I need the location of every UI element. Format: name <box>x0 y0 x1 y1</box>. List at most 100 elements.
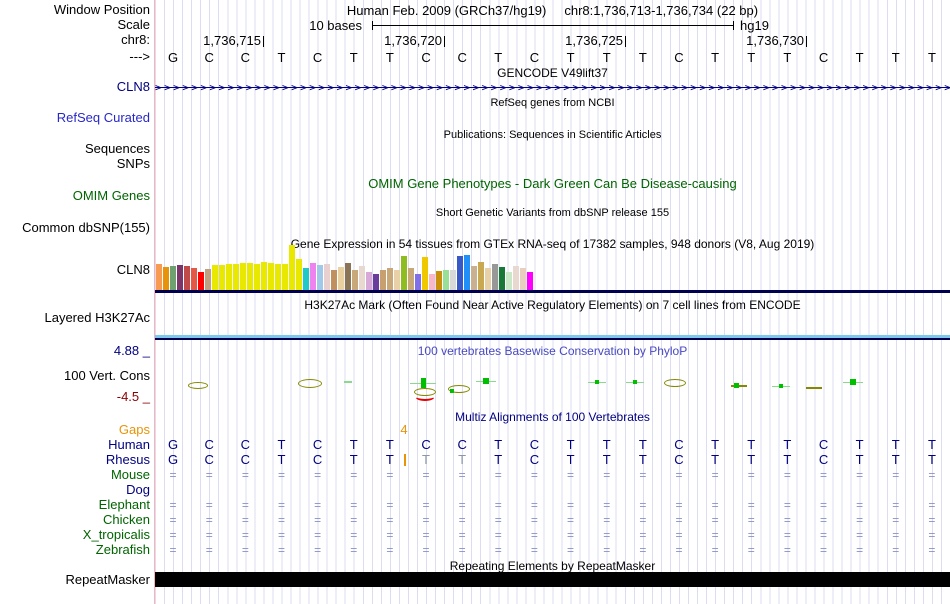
gtex-bar[interactable] <box>176 265 183 290</box>
alignment-eq: = <box>494 513 502 527</box>
track-label-gtex-cln8[interactable]: CLN8 <box>0 263 150 277</box>
dbsnp-track-title[interactable]: Short Genetic Variants from dbSNP releas… <box>155 207 950 219</box>
gtex-bar[interactable] <box>400 256 407 290</box>
gtex-bar[interactable] <box>239 263 246 290</box>
gtex-bar[interactable] <box>295 259 302 290</box>
sequence-base: C <box>529 50 540 65</box>
gtex-bar[interactable] <box>281 264 288 290</box>
alignment-base: T <box>638 452 647 467</box>
gtex-bar[interactable] <box>358 266 365 290</box>
gtex-bar[interactable] <box>309 263 316 290</box>
track-label-sequences[interactable]: Sequences <box>0 142 150 156</box>
track-label-multiz-zebrafish[interactable]: Zebrafish <box>0 543 150 557</box>
gtex-bar[interactable] <box>372 274 379 290</box>
track-label-multiz-x_tropicalis[interactable]: X_tropicalis <box>0 528 150 542</box>
repeatmasker-track-title[interactable]: Repeating Elements by RepeatMasker <box>155 559 950 573</box>
gene-direction-arrows[interactable]: >>>>>>>>>>>>>>>>>>>>>>>>>>>>>>>>>>>>>>>>… <box>155 81 950 94</box>
gtex-bar[interactable] <box>393 270 400 290</box>
gtex-bar[interactable] <box>442 270 449 290</box>
gtex-bar[interactable] <box>435 271 442 290</box>
gtex-bar[interactable] <box>456 256 463 290</box>
gtex-bar[interactable] <box>162 267 169 290</box>
gtex-bar[interactable] <box>323 264 330 290</box>
gtex-bar[interactable] <box>225 264 232 290</box>
gtex-bar[interactable] <box>204 269 211 290</box>
alignment-base: T <box>891 437 900 452</box>
gtex-bar[interactable] <box>330 270 337 290</box>
gtex-bar[interactable] <box>449 270 456 290</box>
phylop-glyph <box>344 381 352 383</box>
gtex-bar[interactable] <box>463 255 470 290</box>
gtex-bar[interactable] <box>218 265 225 290</box>
alignment-eq: = <box>314 513 322 527</box>
track-label-multiz-dog[interactable]: Dog <box>0 483 150 497</box>
alignment-eq: = <box>169 528 177 542</box>
omim-track-title[interactable]: OMIM Gene Phenotypes - Dark Green Can Be… <box>155 176 950 191</box>
track-label-multiz-human[interactable]: Human <box>0 438 150 452</box>
track-label-multiz-elephant[interactable]: Elephant <box>0 498 150 512</box>
gtex-bar[interactable] <box>267 263 274 290</box>
alignment-base: T <box>927 437 936 452</box>
gtex-bar[interactable] <box>470 266 477 290</box>
gtex-bar[interactable] <box>183 266 190 290</box>
gtex-bar[interactable] <box>484 268 491 290</box>
gtex-track-title[interactable]: Gene Expression in 54 tissues from GTEx … <box>155 237 950 251</box>
track-label-multiz-chicken[interactable]: Chicken <box>0 513 150 527</box>
gtex-bar[interactable] <box>155 264 162 290</box>
gtex-bar[interactable] <box>379 270 386 290</box>
gtex-bar[interactable] <box>519 268 526 290</box>
publications-track-title[interactable]: Publications: Sequences in Scientific Ar… <box>155 129 950 141</box>
gtex-bar[interactable] <box>337 267 344 290</box>
alignment-base: T <box>602 452 611 467</box>
gtex-bar[interactable] <box>351 270 358 290</box>
gtex-bar[interactable] <box>386 268 393 290</box>
gtex-bar[interactable] <box>288 245 295 290</box>
gtex-bar[interactable] <box>505 272 512 290</box>
gtex-bar[interactable] <box>211 265 218 290</box>
gtex-bar[interactable] <box>477 262 484 290</box>
gtex-bar[interactable] <box>407 268 414 290</box>
gtex-bar[interactable] <box>512 266 519 290</box>
phylop-track-title[interactable]: 100 vertebrates Basewise Conservation by… <box>155 344 950 358</box>
h3k27ac-track-title[interactable]: H3K27Ac Mark (Often Found Near Active Re… <box>155 298 950 312</box>
alignment-eq: = <box>675 543 683 557</box>
gtex-bar[interactable] <box>197 272 204 290</box>
track-label-omim-genes[interactable]: OMIM Genes <box>0 189 150 203</box>
track-label-multiz-gaps[interactable]: Gaps <box>0 423 150 437</box>
gtex-bar[interactable] <box>498 267 505 290</box>
gtex-bar[interactable] <box>169 266 176 290</box>
track-label-common-dbsnp[interactable]: Common dbSNP(155) <box>0 221 150 235</box>
gencode-track-title[interactable]: GENCODE V49lift37 <box>155 66 950 80</box>
gtex-bar[interactable] <box>421 257 428 290</box>
gtex-bar[interactable] <box>491 264 498 290</box>
track-label-multiz-mouse[interactable]: Mouse <box>0 468 150 482</box>
track-label-gencode-cln8[interactable]: CLN8 <box>0 80 150 94</box>
gtex-bar[interactable] <box>274 264 281 290</box>
gtex-bar[interactable] <box>190 268 197 290</box>
gtex-bar[interactable] <box>260 262 267 290</box>
alignment-eq: = <box>277 498 285 512</box>
track-label-multiz-rhesus[interactable]: Rhesus <box>0 453 150 467</box>
scale-value: 10 bases <box>309 18 362 33</box>
track-label-layered-h3k27ac[interactable]: Layered H3K27Ac <box>0 311 150 325</box>
multiz-track-title[interactable]: Multiz Alignments of 100 Vertebrates <box>155 410 950 424</box>
gtex-bar[interactable] <box>253 264 260 290</box>
track-label-refseq-curated[interactable]: RefSeq Curated <box>0 111 150 125</box>
track-label-repeatmasker[interactable]: RepeatMasker <box>0 573 150 587</box>
refseq-track-title[interactable]: RefSeq genes from NCBI <box>155 97 950 109</box>
repeatmasker-element-bar[interactable] <box>155 572 950 587</box>
gtex-bar[interactable] <box>365 272 372 290</box>
track-label-100-vert-cons[interactable]: 100 Vert. Cons <box>0 369 150 383</box>
gtex-bar[interactable] <box>344 263 351 290</box>
track-label-snps[interactable]: SNPs <box>0 157 150 171</box>
gtex-bar[interactable] <box>526 272 533 290</box>
gtex-bar[interactable] <box>316 265 323 290</box>
gtex-bar[interactable] <box>414 274 421 290</box>
gtex-bar[interactable] <box>302 268 309 290</box>
gtex-bar[interactable] <box>246 263 253 290</box>
sequence-base: C <box>204 50 214 65</box>
gtex-bar[interactable] <box>428 274 435 290</box>
alignment-eq: = <box>856 513 864 527</box>
gtex-bar[interactable] <box>232 264 239 290</box>
alignment-eq: = <box>350 528 358 542</box>
